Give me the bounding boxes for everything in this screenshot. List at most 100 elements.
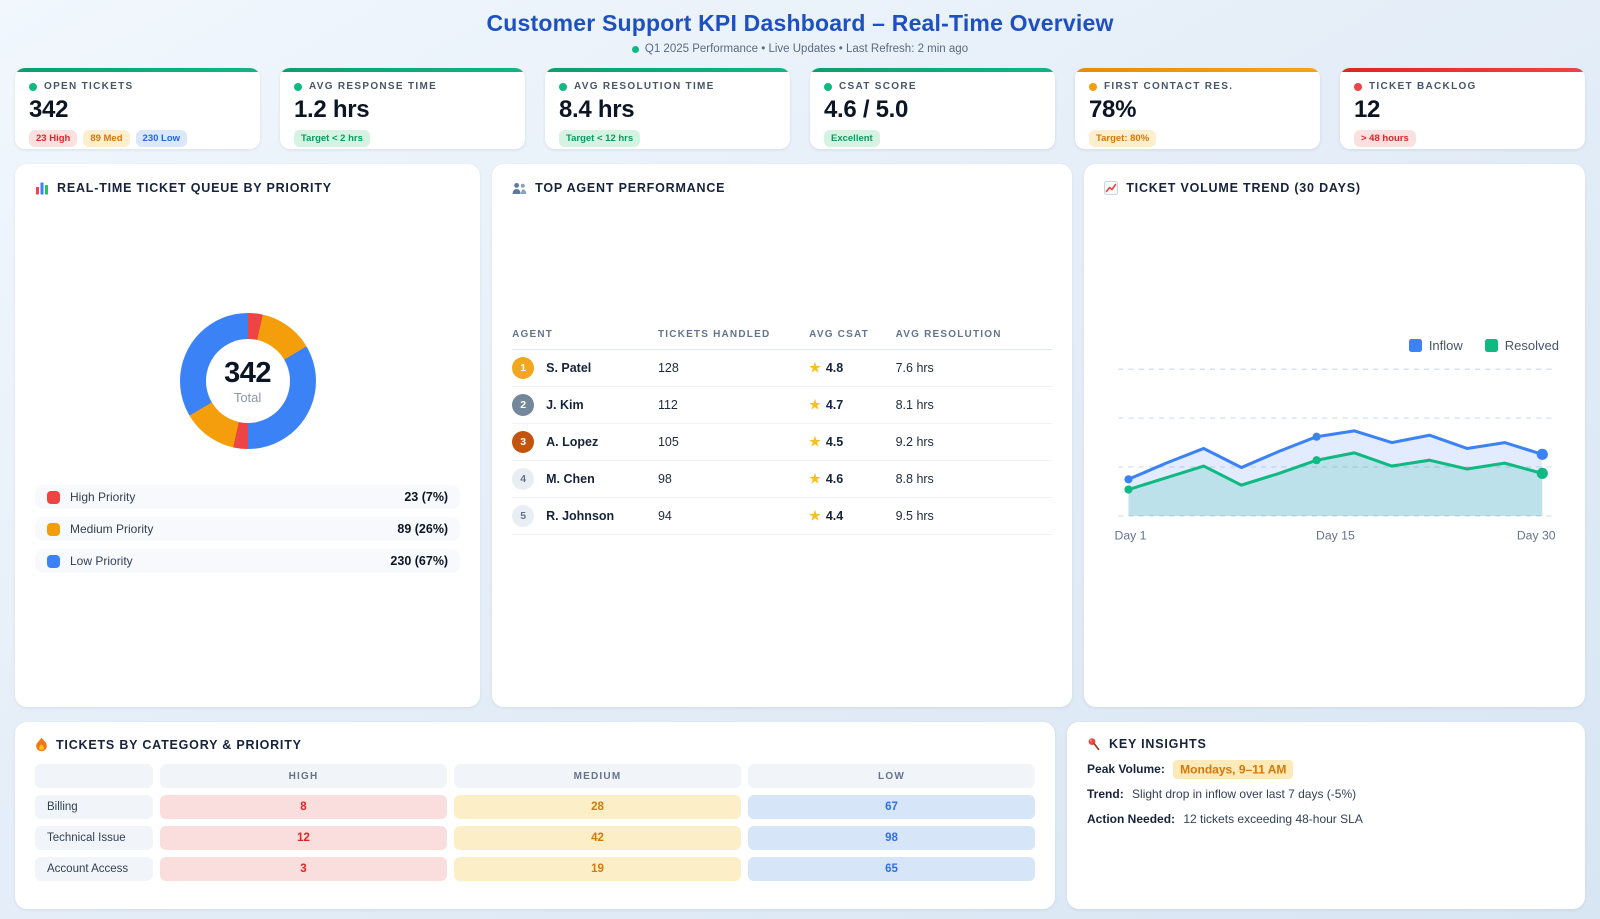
matrix-cell: 12 (160, 826, 447, 850)
rank-badge: 1 (512, 357, 534, 379)
insight-trend: Trend: Slight drop in inflow over last 7… (1087, 787, 1565, 801)
dashboard-page: Customer Support KPI Dashboard – Real-Ti… (0, 0, 1600, 909)
category-priority-panel: TICKETS BY CATEGORY & PRIORITY HIGH MEDI… (15, 722, 1055, 909)
legend-item-inflow[interactable]: Inflow (1409, 338, 1463, 353)
avg-resolution-value: 9.5 hrs (896, 497, 1053, 534)
legend-label: Resolved (1505, 338, 1559, 353)
high-priority-swatch-icon (47, 491, 60, 504)
panel-title-text: REAL-TIME TICKET QUEUE BY PRIORITY (57, 181, 332, 195)
status-dot-icon (824, 83, 832, 91)
insight-value: Slight drop in inflow over last 7 days (… (1132, 787, 1356, 801)
agent-performance-panel-title: TOP AGENT PERFORMANCE (512, 181, 1052, 195)
legend-value: 89 (26%) (397, 522, 448, 536)
kpi-card-csat-score: CSAT SCORE 4.6 / 5.0 Excellent (810, 68, 1055, 149)
kpi-card-avg-response-time: AVG RESPONSE TIME 1.2 hrs Target < 2 hrs (280, 68, 525, 149)
insight-action-needed: Action Needed: 12 tickets exceeding 48-h… (1087, 812, 1565, 826)
donut-total-value: 342 (224, 357, 271, 390)
matrix-cell: 65 (748, 857, 1035, 881)
column-header-agent: AGENT (512, 329, 658, 350)
kpi-badge: Target < 2 hrs (294, 130, 370, 147)
column-header-low: LOW (748, 764, 1035, 788)
kpi-label: TICKET BACKLOG (1369, 81, 1477, 92)
panel-title-text: TOP AGENT PERFORMANCE (535, 181, 725, 195)
page-subtitle: Q1 2025 Performance • Live Updates • Las… (15, 43, 1585, 55)
agent-performance-panel: TOP AGENT PERFORMANCE AGENT TICKETS HAND… (492, 164, 1072, 707)
panel-title-text: TICKETS BY CATEGORY & PRIORITY (56, 738, 302, 752)
key-insights-panel-title: KEY INSIGHTS (1087, 737, 1565, 751)
matrix-corner-cell (35, 764, 153, 788)
ticket-queue-panel: REAL-TIME TICKET QUEUE BY PRIORITY 342 T… (15, 164, 480, 707)
table-row: 5R. Johnson 94 ★4.4 9.5 hrs (512, 497, 1052, 534)
matrix-cell: 98 (748, 826, 1035, 850)
insight-peak-volume: Peak Volume: Mondays, 9–11 AM (1087, 762, 1565, 776)
tickets-handled-value: 105 (658, 423, 809, 460)
agent-name: S. Patel (546, 361, 591, 375)
legend-label: Low Priority (70, 554, 390, 568)
legend-label: Medium Priority (70, 522, 397, 536)
tickets-handled-value: 112 (658, 386, 809, 423)
column-header-avg-resolution: AVG RESOLUTION (896, 329, 1053, 350)
status-dot-icon (294, 83, 302, 91)
category-priority-panel-title: TICKETS BY CATEGORY & PRIORITY (35, 737, 1035, 752)
kpi-card-ticket-backlog: TICKET BACKLOG 12 > 48 hours (1340, 68, 1585, 149)
volume-trend-panel: TICKET VOLUME TREND (30 DAYS) Inflow Res… (1084, 164, 1585, 707)
kpi-label: OPEN TICKETS (44, 81, 134, 92)
agents-icon (512, 182, 527, 195)
status-dot-icon (559, 83, 567, 91)
resolved-swatch-icon (1485, 339, 1498, 352)
kpi-card-avg-resolution-time: AVG RESOLUTION TIME 8.4 hrs Target < 12 … (545, 68, 790, 149)
table-row: 4M. Chen 98 ★4.6 8.8 hrs (512, 460, 1052, 497)
kpi-card-open-tickets: OPEN TICKETS 342 23 High 89 Med 230 Low (15, 68, 260, 149)
tickets-handled-value: 94 (658, 497, 809, 534)
svg-text:Day 1: Day 1 (1115, 528, 1147, 542)
agent-name: J. Kim (546, 398, 584, 412)
fire-icon (35, 737, 48, 752)
bottom-row: TICKETS BY CATEGORY & PRIORITY HIGH MEDI… (15, 722, 1585, 909)
legend-item-resolved[interactable]: Resolved (1485, 338, 1559, 353)
agent-name: R. Johnson (546, 509, 614, 523)
category-label-technical-issue: Technical Issue (35, 826, 153, 850)
priority-donut-chart: 342 Total (180, 313, 316, 449)
matrix-cell: 3 (160, 857, 447, 881)
legend-value: 230 (67%) (390, 554, 448, 568)
legend-row-medium: Medium Priority 89 (26%) (35, 517, 460, 541)
csat-value: 4.4 (826, 509, 843, 523)
tickets-handled-value: 128 (658, 349, 809, 386)
column-header-tickets-handled: TICKETS HANDLED (658, 329, 809, 350)
avg-resolution-value: 7.6 hrs (896, 349, 1053, 386)
kpi-value: 4.6 / 5.0 (824, 96, 1041, 124)
agent-name: A. Lopez (546, 435, 598, 449)
avg-resolution-value: 9.2 hrs (896, 423, 1053, 460)
matrix-cell: 42 (454, 826, 741, 850)
category-label-account-access: Account Access (35, 857, 153, 881)
legend-row-high: High Priority 23 (7%) (35, 485, 460, 509)
rank-badge: 2 (512, 394, 534, 416)
insight-label: Action Needed: (1087, 812, 1175, 826)
kpi-value: 12 (1354, 96, 1571, 124)
rank-badge: 3 (512, 431, 534, 453)
volume-trend-panel-title: TICKET VOLUME TREND (30 DAYS) (1104, 181, 1565, 195)
svg-text:Day 15: Day 15 (1316, 528, 1355, 542)
agents-table-wrap: AGENT TICKETS HANDLED AVG CSAT AVG RESOL… (512, 195, 1052, 690)
kpi-row: OPEN TICKETS 342 23 High 89 Med 230 Low … (15, 68, 1585, 149)
table-row: 2J. Kim 112 ★4.7 8.1 hrs (512, 386, 1052, 423)
kpi-badge: > 48 hours (1354, 130, 1416, 147)
csat-value: 4.6 (826, 472, 843, 486)
rank-badge: 5 (512, 505, 534, 527)
status-dot-icon (29, 83, 37, 91)
kpi-card-first-contact-resolution: FIRST CONTACT RES. 78% Target: 80% (1075, 68, 1320, 149)
rank-badge: 4 (512, 468, 534, 490)
star-icon: ★ (809, 471, 821, 487)
panel-title-text: KEY INSIGHTS (1109, 737, 1207, 751)
csat-value: 4.7 (826, 398, 843, 412)
live-status-dot-icon (632, 46, 639, 53)
kpi-label: CSAT SCORE (839, 81, 917, 92)
kpi-badge: Excellent (824, 130, 880, 147)
insight-value-highlighted: Mondays, 9–11 AM (1173, 760, 1293, 779)
donut-center: 342 Total (206, 339, 290, 423)
insight-label: Trend: (1087, 787, 1124, 801)
kpi-badge: 230 Low (136, 130, 188, 147)
matrix-cell: 67 (748, 795, 1035, 819)
matrix-cell: 19 (454, 857, 741, 881)
avg-resolution-value: 8.1 hrs (896, 386, 1053, 423)
